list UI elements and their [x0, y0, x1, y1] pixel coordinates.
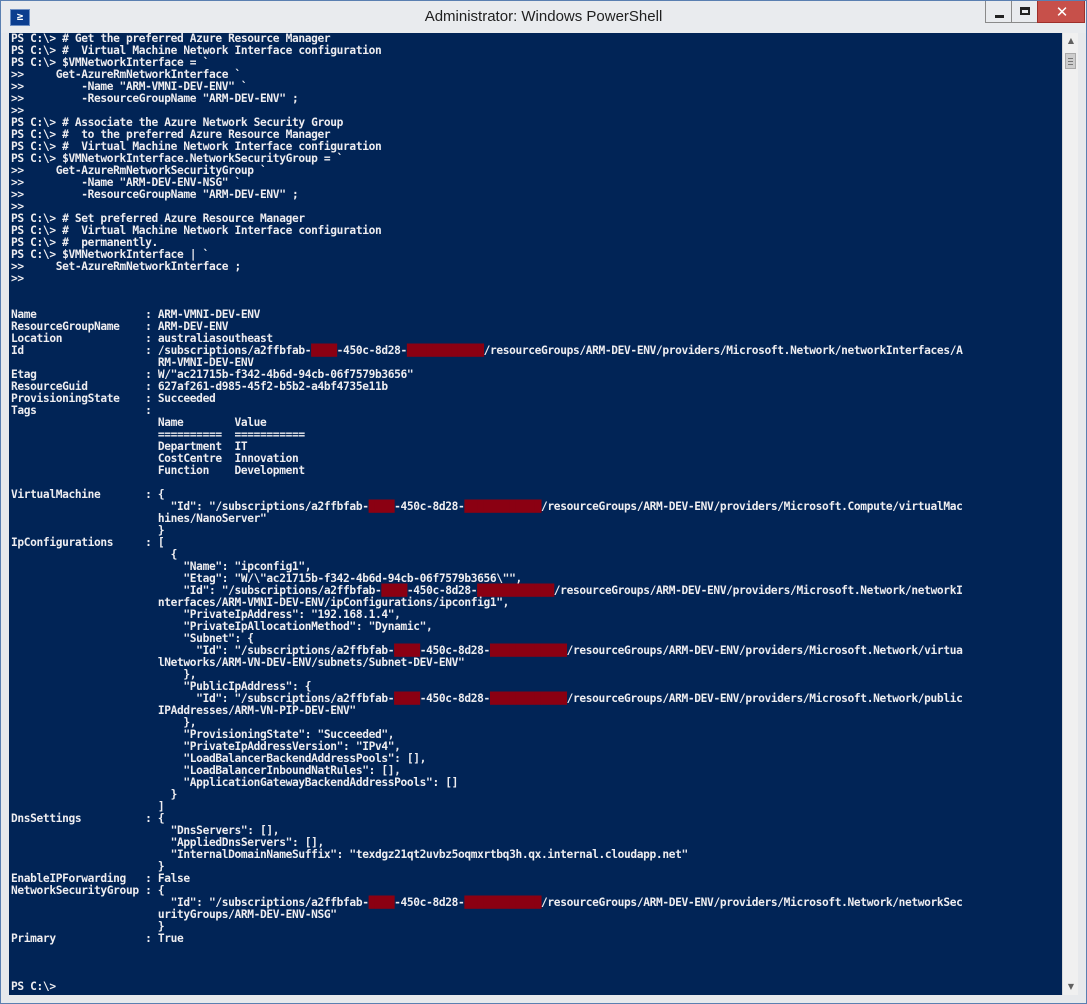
- console-line: PS C:\>: [11, 980, 56, 993]
- console-line: }: [11, 788, 178, 801]
- redacted-text: ████████████: [406, 344, 484, 357]
- console-output[interactable]: PS C:\> # Get the preferred Azure Resour…: [9, 33, 1062, 995]
- console-line: Primary : True: [11, 932, 184, 945]
- console-line: "InternalDomainNameSuffix": "texdgz21qt2…: [11, 848, 689, 861]
- redacted-text: ████: [368, 500, 395, 513]
- scroll-up-icon[interactable]: ▲: [1063, 33, 1079, 49]
- title-bar[interactable]: ≥ Administrator: Windows PowerShell ✕: [1, 1, 1086, 33]
- powershell-window: ≥ Administrator: Windows PowerShell ✕ PS…: [0, 0, 1087, 1004]
- minimize-button[interactable]: [985, 1, 1012, 23]
- console-line: hines/NanoServer": [11, 512, 267, 525]
- console-line: EnableIPForwarding : False: [11, 872, 190, 885]
- redacted-text: ████████████: [464, 500, 542, 513]
- vertical-scrollbar[interactable]: ▲ ▼: [1062, 33, 1078, 995]
- console-line: Function Development: [11, 464, 305, 477]
- redacted-text: ████: [311, 344, 337, 357]
- minimize-icon: [995, 15, 1004, 18]
- scroll-thumb[interactable]: [1065, 53, 1076, 69]
- caption-buttons: ✕: [985, 1, 1085, 23]
- console-line: >> -ResourceGroupName "ARM-DEV-ENV" ;: [11, 92, 299, 105]
- redacted-text: ████████████: [489, 692, 567, 705]
- window-title: Administrator: Windows PowerShell: [424, 8, 663, 25]
- close-icon: ✕: [1055, 3, 1069, 21]
- maximize-button[interactable]: [1011, 1, 1038, 23]
- console-line: >> -ResourceGroupName "ARM-DEV-ENV" ;: [11, 188, 299, 201]
- redacted-text: ████: [394, 692, 420, 705]
- console-line: >> Set-AzureRmNetworkInterface ;: [11, 260, 241, 273]
- redacted-text: ████████████: [464, 896, 542, 909]
- console-line: >>: [11, 272, 24, 285]
- console-line: urityGroups/ARM-DEV-ENV-NSG": [11, 908, 337, 921]
- close-button[interactable]: ✕: [1037, 1, 1085, 23]
- thumb-grip: [1068, 64, 1073, 65]
- thumb-grip: [1068, 58, 1073, 59]
- console-line: ]: [11, 800, 165, 813]
- thumb-grip: [1068, 61, 1073, 62]
- scroll-down-icon[interactable]: ▼: [1063, 979, 1079, 995]
- console-line: }: [11, 524, 165, 537]
- maximize-icon: [1020, 7, 1030, 15]
- console-text[interactable]: PS C:\> # Get the preferred Azure Resour…: [9, 33, 1062, 993]
- console-line: ProvisioningState : Succeeded: [11, 392, 216, 405]
- console-line: PS C:\> # Virtual Machine Network Interf…: [11, 224, 382, 237]
- redacted-text: ████: [368, 896, 395, 909]
- redacted-text: ████████████: [489, 644, 567, 657]
